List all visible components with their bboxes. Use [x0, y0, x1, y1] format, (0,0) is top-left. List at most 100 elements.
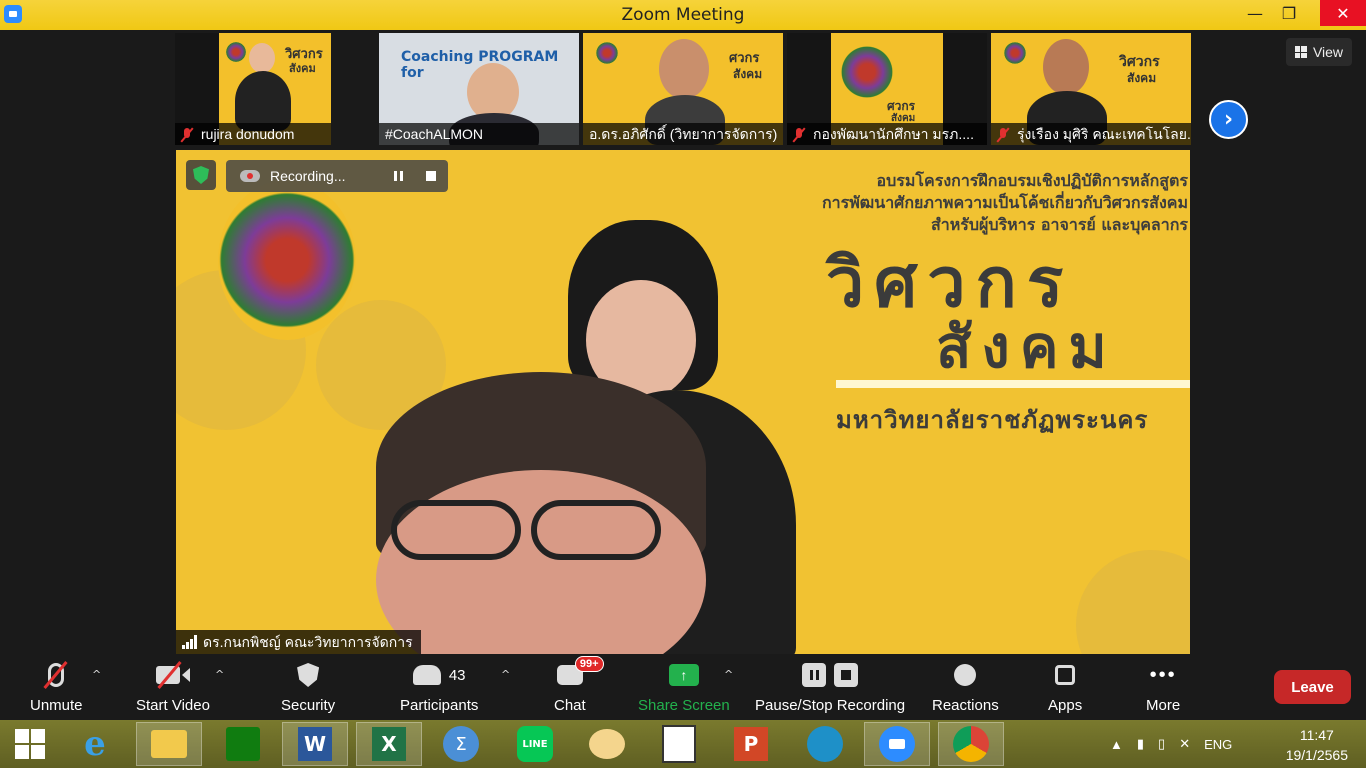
participant-name: อ.ดร.อภิศักดิ์ (วิทยาการจัดการ): [589, 126, 778, 142]
internet-explorer-icon: e: [84, 724, 106, 764]
encryption-shield-icon[interactable]: [186, 160, 216, 190]
chrome-app[interactable]: [938, 722, 1004, 766]
security-label: Security: [281, 697, 336, 714]
chat-unread-badge: 99+: [574, 656, 604, 672]
participant-tile[interactable]: ศวกร สังคม อ.ดร.อภิศักดิ์ (วิทยาการจัดกา…: [583, 33, 783, 145]
participants-options-caret[interactable]: ^: [501, 668, 510, 681]
battery-icon[interactable]: ▯: [1158, 736, 1165, 752]
university-seal-icon: [595, 41, 619, 65]
store-app[interactable]: [210, 722, 276, 766]
system-tray: ▲ ▮ ▯ ✕ ENG: [1110, 720, 1232, 768]
participants-label: Participants: [400, 697, 479, 714]
grid-view-icon: [1294, 46, 1307, 58]
taskbar-clock[interactable]: 11:47 19/1/2565: [1286, 725, 1348, 765]
powerpoint-app[interactable]: P: [718, 722, 784, 766]
participants-count: 43: [448, 666, 466, 684]
start-button[interactable]: [0, 722, 60, 766]
cloud-recording-icon: [240, 170, 260, 182]
video-options-caret[interactable]: ^: [215, 668, 224, 681]
math-input-app[interactable]: Σ: [428, 722, 494, 766]
start-video-label: Start Video: [136, 697, 210, 714]
share-screen-icon: ↑: [668, 660, 699, 690]
edge-app[interactable]: [792, 722, 858, 766]
participants-icon: 43: [412, 660, 466, 690]
slide-heading: อบรมโครงการฝึกอบรมเชิงปฏิบัติการหลักสูตร…: [822, 170, 1188, 236]
active-speaker-video[interactable]: อบรมโครงการฝึกอบรมเชิงปฏิบัติการหลักสูตร…: [176, 150, 1190, 654]
speaker-name: ดร.กนกพิชญ์ คณะวิทยาการจัดการ: [203, 634, 413, 650]
share-screen-label: Share Screen: [638, 697, 730, 714]
participant-name-bar: อ.ดร.อภิศักดิ์ (วิทยาการจัดการ): [583, 123, 783, 145]
stop-recording-icon[interactable]: [426, 171, 436, 181]
zoom-icon: [879, 726, 915, 762]
pause-stop-recording-button[interactable]: Pause/Stop Recording: [755, 660, 905, 716]
university-seal-icon: [839, 43, 895, 101]
start-video-button[interactable]: Start Video: [136, 660, 210, 716]
university-name: มหาวิทยาลัยราชภัฏพระนคร: [836, 406, 1149, 434]
reactions-button[interactable]: Reactions: [932, 660, 999, 716]
excel-app[interactable]: X: [356, 722, 422, 766]
apps-button[interactable]: Apps: [1048, 660, 1082, 716]
show-hidden-icons-icon[interactable]: ▲: [1110, 737, 1123, 752]
participant-name: รุ่งเรือง มุศิริ คณะเทคโนโลย...: [1017, 126, 1191, 142]
lisrel-app[interactable]: [646, 722, 712, 766]
slide-heading-line: อบรมโครงการฝึกอบรมเชิงปฏิบัติการหลักสูตร: [876, 171, 1188, 190]
clock-date: 19/1/2565: [1285, 747, 1348, 763]
share-options-caret[interactable]: ^: [724, 668, 733, 681]
clock-time: 11:47: [1299, 727, 1334, 743]
participant-tile[interactable]: วิศวกร สังคม rujira donudom: [175, 33, 331, 145]
line-app[interactable]: LINE: [502, 722, 568, 766]
participant-name-bar: รุ่งเรือง มุศิริ คณะเทคโนโลย...: [991, 123, 1191, 145]
security-button[interactable]: Security: [281, 660, 335, 716]
line-icon: LINE: [517, 726, 553, 762]
paint-app[interactable]: [574, 722, 640, 766]
internet-explorer-app[interactable]: e: [62, 722, 128, 766]
reactions-label: Reactions: [932, 697, 999, 714]
pause-recording-icon[interactable]: [390, 168, 406, 184]
participant-name: กองพัฒนานักศึกษา มรภ....: [813, 126, 974, 142]
signal-strength-icon: [182, 635, 197, 649]
audio-options-caret[interactable]: ^: [92, 668, 101, 681]
word-app[interactable]: W: [282, 722, 348, 766]
store-icon: [226, 727, 260, 761]
participant-tile[interactable]: Coaching PROGRAM for #CoachALMON: [379, 33, 579, 145]
participant-name-bar: #CoachALMON: [379, 123, 579, 145]
participant-tile[interactable]: วิศวกร สังคม รุ่งเรือง มุศิริ คณะเทคโนโล…: [991, 33, 1191, 145]
participant-strip: วิศวกร สังคม rujira donudom Coaching PRO…: [0, 30, 1366, 148]
share-screen-button[interactable]: ↑ Share Screen: [638, 660, 730, 716]
network-icon[interactable]: ▮: [1137, 736, 1144, 752]
apps-icon: [1055, 660, 1076, 690]
windows-logo-icon: [15, 729, 45, 759]
more-button[interactable]: ••• More: [1146, 660, 1180, 716]
title-bar: Zoom Meeting — ❐ ✕: [0, 0, 1366, 30]
slide-heading-line: การพัฒนาศักยภาพความเป็นโค้ชเกี่ยวกับวิศว…: [821, 193, 1188, 212]
unmute-button[interactable]: Unmute: [30, 660, 83, 716]
meeting-toolbar: Unmute ^ Start Video ^ Security 43 Parti…: [0, 654, 1366, 720]
maximize-button[interactable]: ❐: [1268, 0, 1310, 26]
muted-mic-icon: [181, 128, 193, 142]
pause-stop-recording-label: Pause/Stop Recording: [755, 697, 906, 714]
close-button[interactable]: ✕: [1320, 0, 1366, 26]
recording-indicator: Recording...: [226, 160, 448, 192]
participant-name: #CoachALMON: [385, 126, 484, 142]
chat-button[interactable]: 99+ Chat: [554, 656, 604, 716]
smiley-icon: [954, 660, 977, 690]
file-explorer-app[interactable]: [136, 722, 202, 766]
apps-label: Apps: [1048, 697, 1083, 714]
slide-text: สังคม: [733, 67, 763, 81]
next-page-button[interactable]: ›: [1209, 100, 1248, 139]
chevron-right-icon: ›: [1223, 107, 1234, 132]
view-button[interactable]: View: [1286, 38, 1352, 66]
more-label: More: [1146, 697, 1181, 714]
volume-muted-icon[interactable]: ✕: [1179, 736, 1190, 752]
view-label: View: [1312, 44, 1344, 60]
language-indicator[interactable]: ENG: [1204, 737, 1232, 752]
participants-button[interactable]: 43 Participants: [400, 660, 478, 716]
muted-mic-icon: [997, 128, 1009, 142]
zoom-app[interactable]: [864, 722, 930, 766]
participant-tile[interactable]: ศวกร สังคม กองพัฒนานักศึกษา มรภ....: [787, 33, 987, 145]
video-off-icon: [155, 660, 190, 690]
leave-button[interactable]: Leave: [1274, 670, 1351, 704]
shield-icon: [297, 660, 320, 690]
muted-mic-icon: [793, 128, 805, 142]
speaker-name-bar: ดร.กนกพิชญ์ คณะวิทยาการจัดการ: [176, 630, 421, 654]
